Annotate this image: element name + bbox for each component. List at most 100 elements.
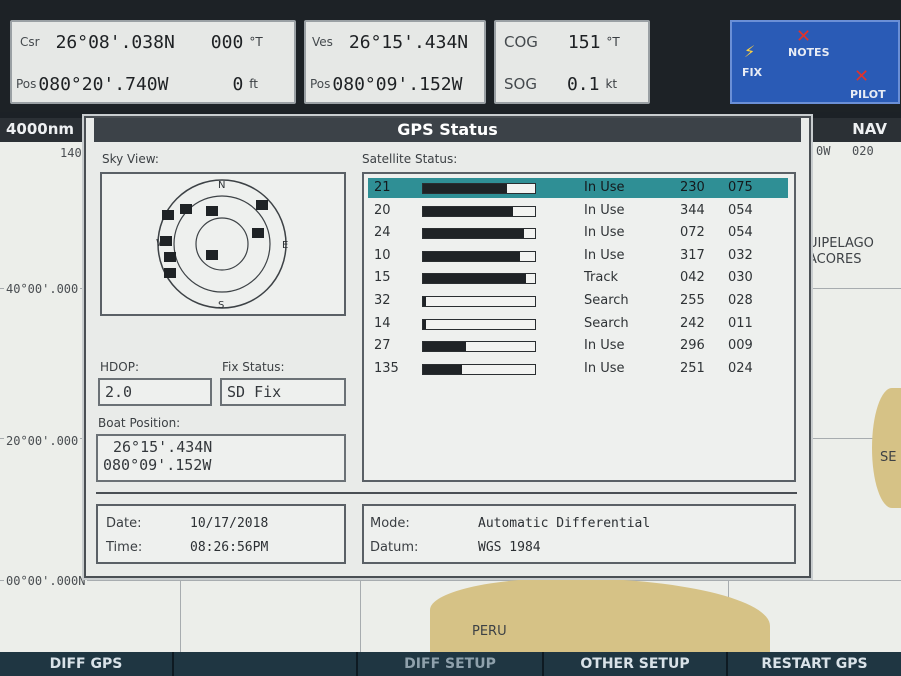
depth-unit: ft <box>249 77 259 91</box>
satellite-azimuth: 344 <box>680 202 705 218</box>
vessel-data-box: Ves 26°15'.434N Pos 080°09'.152W <box>304 20 486 104</box>
signal-strength-bar <box>422 273 536 285</box>
divider <box>96 492 797 494</box>
hdop-field: 2.0 <box>98 378 212 406</box>
date-value: 10/17/2018 <box>190 516 269 531</box>
satellite-status: In Use <box>584 360 625 376</box>
restart-gps-key[interactable]: RESTART GPS <box>726 652 901 676</box>
date-time-panel: Date: 10/17/2018 Time: 08:26:56PM <box>96 504 346 564</box>
satellite-icon <box>206 250 218 260</box>
signal-strength-fill <box>423 184 507 193</box>
satellite-azimuth: 072 <box>680 225 705 241</box>
hdop-label: HDOP: <box>100 360 139 374</box>
satellite-azimuth: 230 <box>680 180 705 195</box>
cog-sog-box: COG 151 °T SOG 0.1 kt <box>494 20 650 104</box>
sky-view-label: Sky View: <box>102 152 159 166</box>
notes-off-icon: ✕ <box>796 26 812 47</box>
pilot-badge: PILOT <box>850 88 886 101</box>
ves-label: Ves <box>312 35 333 49</box>
pos-longitude: 080°20'.740W <box>38 73 169 95</box>
signal-strength-fill <box>423 364 463 374</box>
satellite-status: In Use <box>584 247 625 263</box>
south-america-land <box>430 578 770 654</box>
signal-strength-bar <box>422 183 536 194</box>
sog-value: 0.1 <box>566 73 600 95</box>
boat-latitude: 26°15'.434N <box>113 438 213 456</box>
africa-land <box>872 388 901 508</box>
satellite-prn: 135 <box>374 360 399 376</box>
satellite-elevation: 032 <box>728 247 753 263</box>
place-arquipelago: UIPELAGO <box>808 236 874 251</box>
sky-view-panel: N E S W <box>100 172 346 316</box>
satellite-row[interactable]: 14 Search 242 011 <box>368 314 788 334</box>
depth-value: 0 <box>232 73 244 95</box>
signal-strength-fill <box>423 319 427 329</box>
signal-strength-bar <box>422 296 536 307</box>
satellite-elevation: 054 <box>728 202 753 218</box>
place-peru: PERU <box>472 624 507 639</box>
satellite-prn: 21 <box>374 180 391 195</box>
lon-label-140: 140 <box>58 146 84 160</box>
satellite-prn: 20 <box>374 202 391 218</box>
satellite-status: In Use <box>584 180 625 195</box>
satellite-row[interactable]: 20 In Use 344 054 <box>368 201 788 221</box>
csr-label: Csr <box>20 35 40 49</box>
dialog-title: GPS Status <box>94 118 801 142</box>
satellite-row[interactable]: 21 In Use 230 075 <box>368 178 788 198</box>
place-se: SE <box>880 450 897 465</box>
ves-latitude: 26°15'.434N <box>348 31 469 53</box>
status-badges-panel[interactable]: ✕ NOTES FIX ✕ PILOT ⚡ <box>730 20 900 104</box>
satellite-icon <box>252 228 264 238</box>
softkey-bar: DIFF GPS DIFF SETUP OTHER SETUP RESTART … <box>0 652 901 676</box>
vpos-longitude: 080°09'.152W <box>332 73 463 95</box>
date-label: Date: <box>106 516 142 531</box>
sog-unit: kt <box>605 77 618 91</box>
satellite-elevation: 009 <box>728 338 753 354</box>
satellite-row[interactable]: 27 In Use 296 009 <box>368 336 788 356</box>
blank-key[interactable] <box>172 652 356 676</box>
satellite-row[interactable]: 32 Search 255 028 <box>368 291 788 311</box>
satellite-prn: 15 <box>374 270 391 286</box>
signal-strength-bar <box>422 250 536 262</box>
satellite-azimuth: 042 <box>680 270 705 286</box>
mode-value: Automatic Differential <box>478 516 651 531</box>
sog-label: SOG <box>504 75 537 93</box>
fix-status-field: SD Fix <box>220 378 346 406</box>
satellite-row[interactable]: 135 In Use 251 024 <box>368 359 788 379</box>
satellite-row[interactable]: 10 In Use 317 032 <box>368 246 788 266</box>
cursor-data-box: Csr 26°08'.038N 000 °T Pos 080°20'.740W … <box>10 20 296 104</box>
lat-label-20: 20°00'.000 <box>4 434 81 448</box>
signal-strength-bar <box>422 318 536 330</box>
satellite-elevation: 030 <box>728 270 753 286</box>
signal-strength-bar <box>422 228 536 240</box>
other-setup-key[interactable]: OTHER SETUP <box>542 652 726 676</box>
datum-value: WGS 1984 <box>478 540 541 555</box>
satellite-icon <box>206 206 218 216</box>
satellite-icon <box>180 204 192 214</box>
satellite-azimuth: 317 <box>680 247 705 263</box>
diff-gps-key[interactable]: DIFF GPS <box>0 652 172 676</box>
top-data-bar: Csr 26°08'.038N 000 °T Pos 080°20'.740W … <box>0 0 901 112</box>
satellite-row[interactable]: 24 In Use 072 054 <box>368 223 788 243</box>
cog-unit: °T <box>606 35 620 49</box>
satellite-prn: 10 <box>374 247 391 263</box>
satellite-status-table: 21 In Use 230 075 20 In Use 344 054 24 In Use 072 0… <box>362 172 796 482</box>
fix-badge: FIX <box>742 66 763 79</box>
csr-latitude: 26°08'.038N <box>55 31 175 53</box>
satellite-elevation: 054 <box>728 225 753 241</box>
satellite-icon <box>160 236 172 246</box>
signal-strength-fill <box>423 251 521 261</box>
satellite-status: Search <box>584 293 629 308</box>
chart-grid-line <box>0 580 901 581</box>
satellite-status: Track <box>584 270 619 286</box>
satellite-icon <box>164 252 176 262</box>
satellite-row[interactable]: 15 Track 042 030 <box>368 268 788 288</box>
diff-setup-key[interactable]: DIFF SETUP <box>356 652 542 676</box>
sky-east: E <box>282 240 288 251</box>
lon-label-020: 020 <box>850 144 876 158</box>
lat-label-0: 00°00'.000N <box>4 574 88 588</box>
satellite-prn: 32 <box>374 293 391 308</box>
csr-bearing-unit: °T <box>249 35 263 49</box>
cog-label: COG <box>504 33 538 51</box>
satellite-status: In Use <box>584 202 625 218</box>
